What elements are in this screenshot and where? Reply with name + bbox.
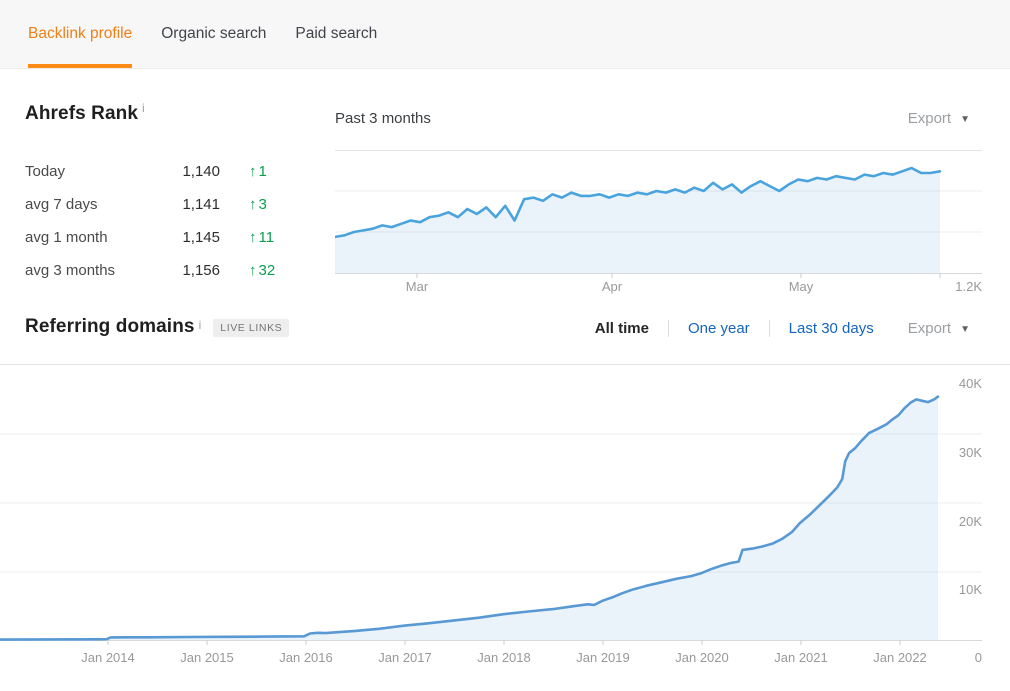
- x-tick-label: Jan 2014: [81, 650, 135, 665]
- table-row: avg 1 month 1,145 ↑11: [25, 221, 305, 254]
- x-tick-label: Jan 2019: [576, 650, 630, 665]
- up-arrow-icon: ↑: [249, 262, 257, 279]
- caret-down-icon: ▼: [960, 324, 970, 335]
- tab-backlink-profile[interactable]: Backlink profile: [28, 0, 132, 68]
- ahrefs-rank-chart[interactable]: Mar Apr May 1.2K: [335, 150, 1010, 300]
- ahrefs-rank-title: Ahrefs Rank: [25, 103, 138, 124]
- table-row: avg 3 months 1,156 ↑32: [25, 254, 305, 287]
- rank-row-label: avg 7 days: [25, 196, 145, 213]
- x-tick-label: May: [789, 279, 814, 294]
- x-tick-label: Jan 2020: [675, 650, 729, 665]
- referring-domains-title: Referring domains: [25, 316, 195, 338]
- rank-row-value: 1,156: [145, 262, 220, 279]
- tab-paid-search[interactable]: Paid search: [295, 0, 377, 68]
- rank-chart-header: Past 3 months Export ▼: [335, 104, 970, 132]
- divider: [668, 320, 669, 337]
- live-links-badge: LIVE LINKS: [213, 319, 289, 337]
- y-tick-label: 0: [975, 650, 982, 665]
- delta-value: 3: [259, 196, 267, 213]
- tab-label: Backlink profile: [28, 25, 132, 43]
- export-button[interactable]: Export ▼: [908, 110, 970, 127]
- tab-bar: Backlink profile Organic search Paid sea…: [0, 0, 1010, 69]
- ahrefs-rank-header: Ahrefs Rank i: [25, 103, 145, 125]
- caret-down-icon: ▼: [960, 114, 970, 125]
- tab-organic-search[interactable]: Organic search: [161, 0, 266, 68]
- up-arrow-icon: ↑: [249, 229, 257, 246]
- up-arrow-icon: ↑: [249, 163, 257, 180]
- export-label: Export: [908, 110, 951, 127]
- rank-row-delta: ↑32: [249, 262, 275, 279]
- rank-row-delta: ↑1: [249, 163, 267, 180]
- y-tick-label: 20K: [959, 514, 982, 529]
- delta-value: 1: [259, 163, 267, 180]
- referring-domains-header: Referring domains i LIVE LINKS: [25, 316, 289, 338]
- referring-domains-chart[interactable]: 40K 30K 20K 10K 0 Jan 2014 Jan 2015 Jan …: [0, 364, 1010, 691]
- tab-label: Paid search: [295, 25, 377, 43]
- info-icon[interactable]: i: [199, 318, 202, 332]
- domains-area-fill: [0, 397, 938, 640]
- export-label: Export: [908, 320, 951, 337]
- x-tick-label: Jan 2015: [180, 650, 234, 665]
- delta-value: 32: [259, 262, 276, 279]
- range-one-year[interactable]: One year: [688, 320, 750, 337]
- tab-label: Organic search: [161, 25, 266, 43]
- x-tick-label: Jan 2017: [378, 650, 432, 665]
- rank-row-delta: ↑11: [249, 229, 274, 246]
- info-icon[interactable]: i: [142, 101, 145, 115]
- y-tick-label: 40K: [959, 376, 982, 391]
- x-tick-label: Jan 2021: [774, 650, 828, 665]
- delta-value: 11: [259, 229, 275, 246]
- rank-row-value: 1,141: [145, 196, 220, 213]
- y-axis-bottom-label: 1.2K: [955, 279, 982, 294]
- x-tick-label: Jan 2016: [279, 650, 333, 665]
- x-tick-label: Apr: [602, 279, 623, 294]
- backlink-profile-page: Backlink profile Organic search Paid sea…: [0, 0, 1010, 691]
- rank-row-delta: ↑3: [249, 196, 267, 213]
- rank-row-label: avg 1 month: [25, 229, 145, 246]
- export-button[interactable]: Export ▼: [908, 320, 970, 337]
- rank-row-value: 1,145: [145, 229, 220, 246]
- x-tick-label: Mar: [406, 279, 429, 294]
- y-tick-label: 10K: [959, 582, 982, 597]
- y-tick-label: 30K: [959, 445, 982, 460]
- time-range-controls: All time One year Last 30 days Export ▼: [595, 314, 970, 342]
- x-tick-label: Jan 2022: [873, 650, 927, 665]
- range-all-time[interactable]: All time: [595, 320, 649, 337]
- rank-row-label: avg 3 months: [25, 262, 145, 279]
- rank-row-value: 1,140: [145, 163, 220, 180]
- table-row: avg 7 days 1,141 ↑3: [25, 188, 305, 221]
- rank-row-label: Today: [25, 163, 145, 180]
- table-row: Today 1,140 ↑1: [25, 155, 305, 188]
- rank-chart-title: Past 3 months: [335, 110, 431, 127]
- ahrefs-rank-table: Today 1,140 ↑1 avg 7 days 1,141 ↑3 avg 1…: [25, 155, 305, 287]
- up-arrow-icon: ↑: [249, 196, 257, 213]
- x-tick-label: Jan 2018: [477, 650, 531, 665]
- divider: [769, 320, 770, 337]
- range-last-30-days[interactable]: Last 30 days: [789, 320, 874, 337]
